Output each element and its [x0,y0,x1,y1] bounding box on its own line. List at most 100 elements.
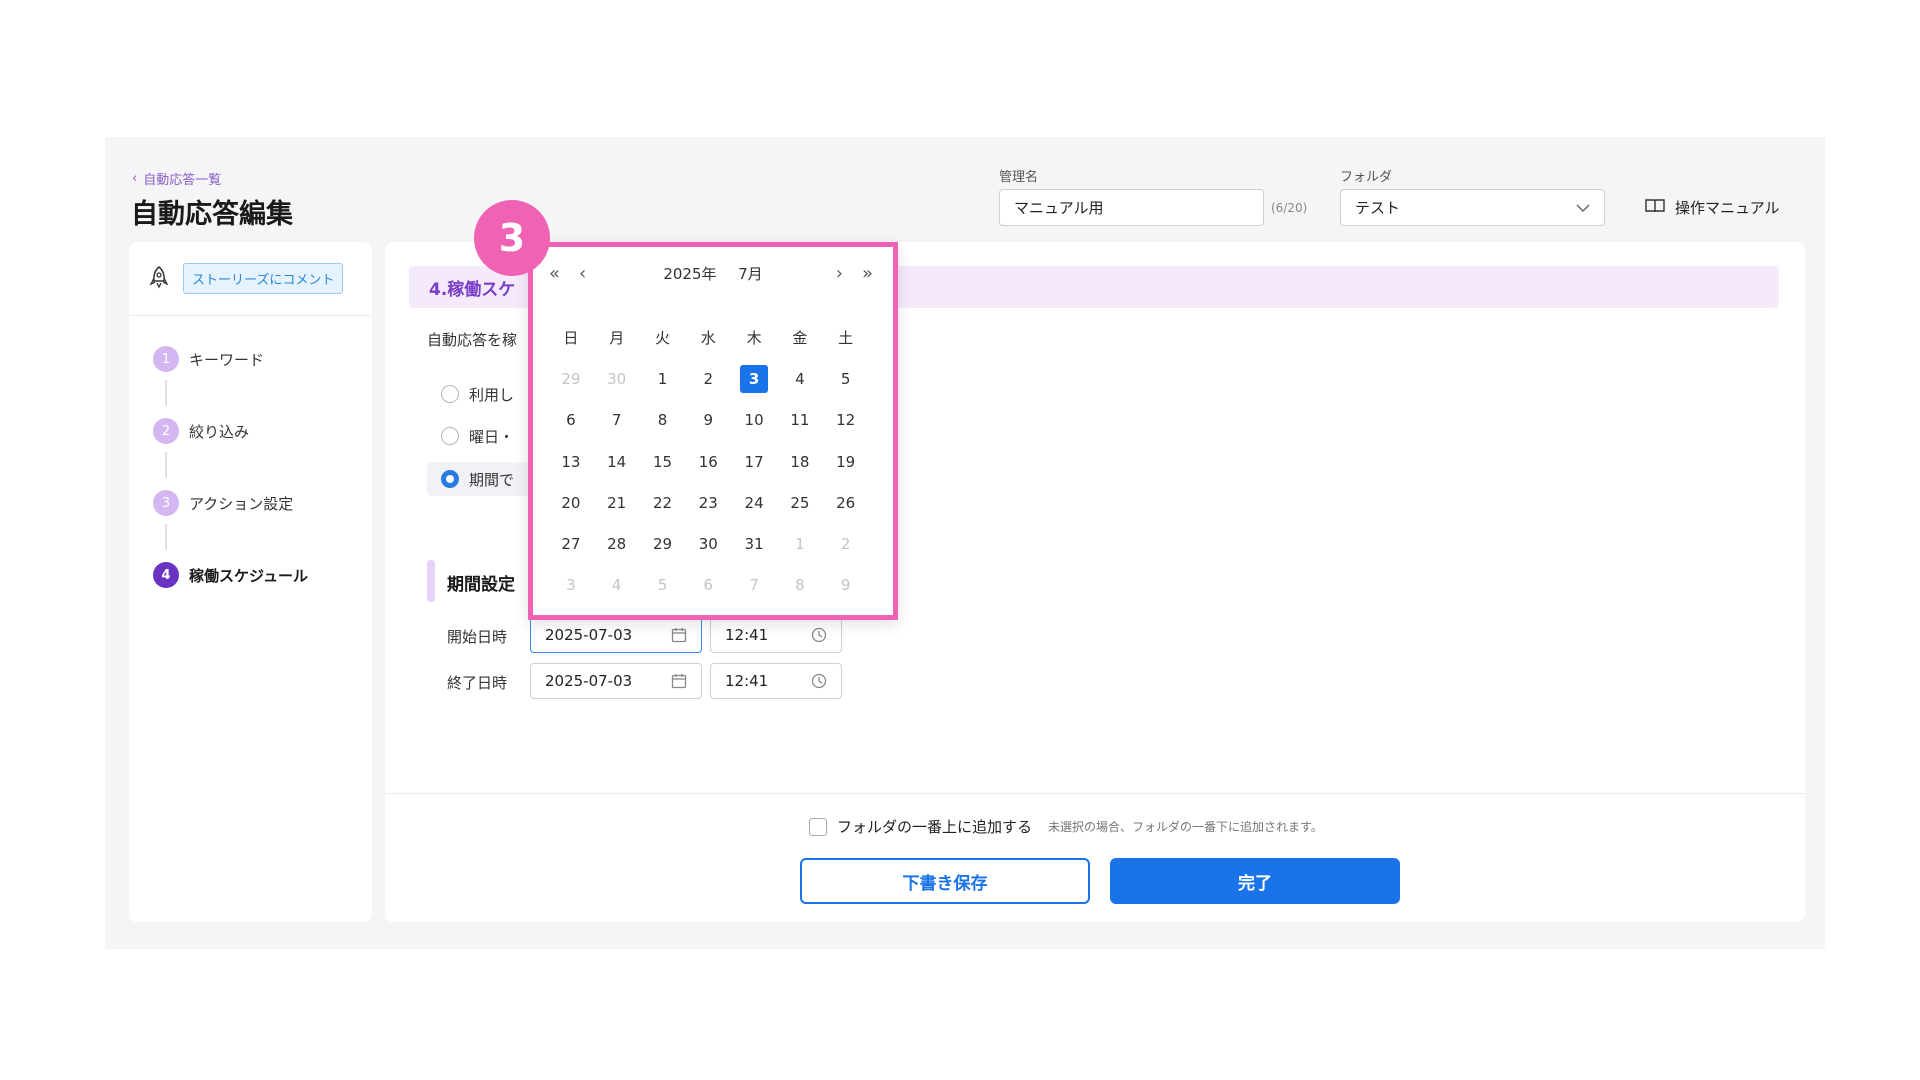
calendar-day[interactable]: 9 [823,565,869,606]
start-time-input[interactable]: 12:41 [710,617,842,653]
calendar-day[interactable]: 5 [640,565,686,606]
step-label: キーワード [189,350,265,369]
calendar-day[interactable]: 5 [823,358,869,399]
app-window: ‹ 自動応答一覧 自動応答編集 管理名 マニュアル用 (6/20) フォルダ テ… [105,137,1825,949]
calendar-year[interactable]: 2025年 [663,265,716,283]
calendar-day[interactable]: 28 [594,523,640,564]
chevron-left-icon: ‹ [132,171,138,186]
end-time-input[interactable]: 12:41 [710,663,842,699]
save-draft-button[interactable]: 下書き保存 [800,858,1090,904]
calendar-month[interactable]: 7月 [738,265,763,283]
calendar-day[interactable]: 3 [731,358,777,399]
weekday-header: 木 [746,329,762,348]
calendar-day[interactable]: 4 [594,565,640,606]
calendar-day[interactable]: 11 [777,400,823,441]
calendar-day[interactable]: 6 [548,400,594,441]
next-month-button[interactable]: › [836,263,843,284]
calendar-day[interactable]: 20 [548,482,594,523]
calendar-day[interactable]: 3 [548,565,594,606]
calendar-day[interactable]: 30 [685,523,731,564]
step-connector [165,524,167,550]
calendar-day-selected[interactable]: 3 [740,364,769,393]
radio-circle-selected[interactable] [441,470,459,488]
period-title: 期間設定 [447,575,515,595]
calendar-day[interactable]: 8 [640,400,686,441]
folder-label: フォルダ [1340,170,1393,185]
sidebar: ストーリーズにコメント 1 キーワード 2 絞り込み 3 アクション設定 4 稼… [129,242,372,922]
manual-link[interactable]: 操作マニュアル [1645,197,1780,218]
trigger-chip: ストーリーズにコメント [183,263,344,294]
calendar-day[interactable]: 2 [823,523,869,564]
step-item-action[interactable]: 3 アクション設定 [153,490,372,516]
calendar-day[interactable]: 1 [777,523,823,564]
end-date-value: 2025-07-03 [545,672,633,690]
start-date-input[interactable]: 2025-07-03 [530,617,702,653]
calendar-day[interactable]: 18 [777,441,823,482]
calendar-icon [671,673,687,693]
calendar-day[interactable]: 2 [685,358,731,399]
calendar-day[interactable]: 9 [685,400,731,441]
calendar-day[interactable]: 21 [594,482,640,523]
step-number: 2 [153,418,179,444]
next-year-button[interactable]: » [862,263,873,284]
step-connector [165,452,167,478]
calendar-day[interactable]: 14 [594,441,640,482]
weekday-header: 金 [792,329,808,348]
sidebar-header: ストーリーズにコメント [129,242,372,316]
name-input[interactable]: マニュアル用 [999,189,1264,226]
calendar-day[interactable]: 1 [640,358,686,399]
folder-select[interactable]: テスト [1340,189,1605,226]
calendar-day[interactable]: 29 [548,358,594,399]
breadcrumb-link[interactable]: 自動応答一覧 [143,169,221,188]
weekday-header: 日 [563,329,579,348]
radio-not-use[interactable]: 利用し [427,377,528,411]
add-to-top-checkbox[interactable] [809,817,827,836]
add-to-top-label: フォルダの一番上に追加する [837,818,1033,836]
step-item-filter[interactable]: 2 絞り込み [153,418,372,444]
complete-button[interactable]: 完了 [1110,858,1400,904]
weekday-header: 土 [838,329,854,348]
calendar-day[interactable]: 19 [823,441,869,482]
calendar-day[interactable]: 22 [640,482,686,523]
calendar-day[interactable]: 8 [777,565,823,606]
step-number: 3 [153,490,179,516]
calendar-day[interactable]: 24 [731,482,777,523]
breadcrumb[interactable]: ‹ 自動応答一覧 [132,169,221,188]
end-date-input[interactable]: 2025-07-03 [530,663,702,699]
calendar-day[interactable]: 29 [640,523,686,564]
step-item-keyword[interactable]: 1 キーワード [153,346,372,372]
calendar-day[interactable]: 23 [685,482,731,523]
calendar-day[interactable]: 31 [731,523,777,564]
step-item-schedule[interactable]: 4 稼働スケジュール [153,562,372,588]
step-label: 絞り込み [189,422,250,441]
weekday-header: 水 [700,329,716,348]
calendar-day[interactable]: 30 [594,358,640,399]
calendar-day[interactable]: 15 [640,441,686,482]
radio-weekday-time[interactable]: 曜日・ [427,419,528,453]
weekday-header: 月 [609,329,625,348]
calendar-day[interactable]: 25 [777,482,823,523]
calendar-day[interactable]: 17 [731,441,777,482]
calendar-day[interactable]: 10 [731,400,777,441]
radio-circle[interactable] [441,427,459,445]
calendar-day[interactable]: 27 [548,523,594,564]
calendar-day[interactable]: 12 [823,400,869,441]
radio-label: 利用し [469,385,515,404]
radio-circle[interactable] [441,385,459,403]
start-date-value: 2025-07-03 [545,626,633,644]
add-to-top-option[interactable]: フォルダの一番上に追加する 未選択の場合、フォルダの一番下に追加されます。 [809,816,1323,837]
schedule-description: 自動応答を稼 [427,331,518,349]
weekday-header: 火 [654,329,670,348]
calendar-day[interactable]: 4 [777,358,823,399]
rocket-icon [149,265,169,293]
calendar-day[interactable]: 16 [685,441,731,482]
manual-link-label: 操作マニュアル [1675,199,1780,217]
step-label: アクション設定 [189,494,294,513]
calendar-day[interactable]: 6 [685,565,731,606]
calendar-day[interactable]: 26 [823,482,869,523]
calendar-day[interactable]: 13 [548,441,594,482]
radio-label: 期間で [469,470,515,489]
calendar-day[interactable]: 7 [594,400,640,441]
chevron-down-icon [1576,199,1590,217]
calendar-day[interactable]: 7 [731,565,777,606]
